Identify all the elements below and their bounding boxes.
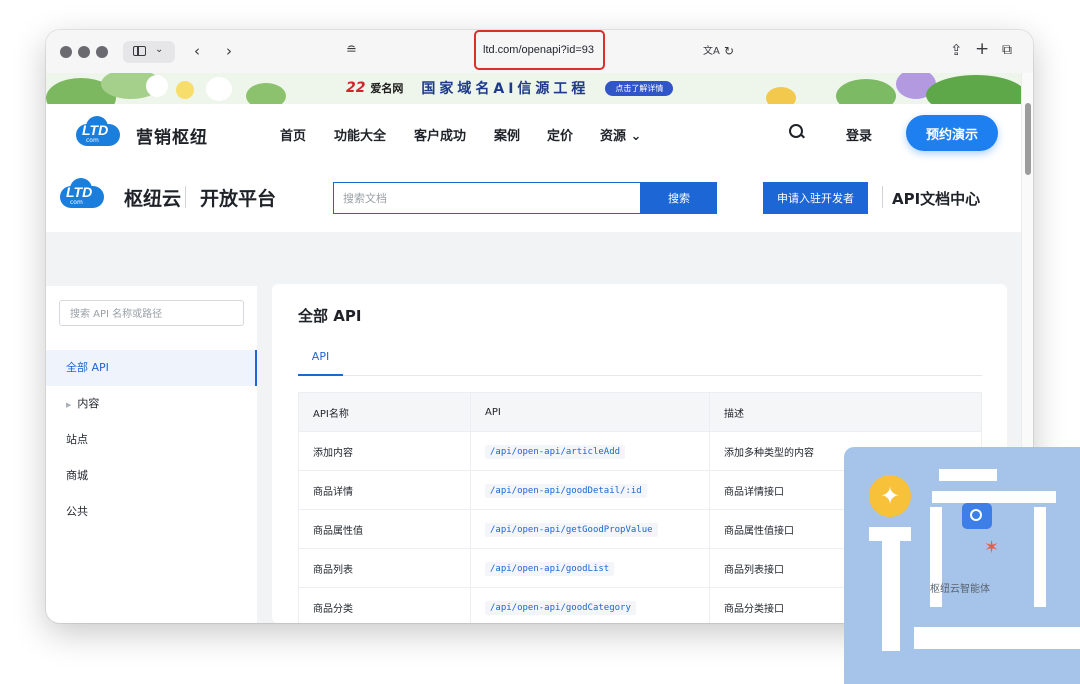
tabs-overview-icon[interactable]: ⧉ [1002, 42, 1012, 58]
camera-icon [962, 503, 992, 529]
banner-title: 国家域名AI信源工程 [421, 81, 590, 97]
sidebar-item-label: 商城 [66, 469, 88, 482]
ltd-logo[interactable]: LTD com [72, 116, 124, 148]
nav-cases[interactable]: 案例 [494, 125, 520, 144]
promo-banner[interactable]: 22 爱名网 国家域名AI信源工程 点击了解详情 [46, 73, 1021, 104]
doc-search-input[interactable] [334, 183, 635, 213]
api-path[interactable]: /api/open-api/goodCategory [485, 600, 636, 615]
widget-glyph-part [869, 527, 911, 541]
api-path[interactable]: /api/open-api/getGoodPropValue [485, 522, 658, 537]
sidebar-icon [133, 46, 146, 56]
api-path-cell: /api/open-api/goodCategory [470, 587, 710, 623]
chevron-down-icon: ⌄ [155, 44, 164, 55]
minimize-window-button[interactable] [78, 46, 90, 58]
flower-left [146, 75, 168, 97]
api-path-cell: /api/open-api/articleAdd [470, 431, 710, 471]
sidebar-item-mall[interactable]: 商城 [46, 458, 257, 494]
foliage-right [836, 79, 896, 104]
url-highlight-box [474, 30, 605, 70]
api-path-cell: /api/open-api/goodDetail/:id [470, 470, 710, 510]
sidebar-toggle-button[interactable]: ⌄ [123, 41, 175, 63]
back-icon[interactable]: ‹ [194, 43, 200, 59]
divider [882, 186, 883, 208]
api-path[interactable]: /api/open-api/goodDetail/:id [485, 483, 647, 498]
banner-content: 22 爱名网 国家域名AI信源工程 点击了解详情 [346, 78, 674, 98]
foliage-left-3 [246, 83, 286, 104]
table-header-row: API名称 API 描述 [298, 392, 982, 432]
api-name-cell: 商品详情 [298, 470, 471, 510]
reader-icon[interactable]: ≘ [346, 43, 357, 59]
ai-assistant-widget[interactable]: ✦ ✶ 枢纽云智能体 [844, 447, 1080, 684]
nav-resources[interactable]: 资源 ⌄ [600, 125, 641, 144]
api-name-cell: 商品列表 [298, 548, 471, 588]
api-path-cell: /api/open-api/goodList [470, 548, 710, 588]
api-path-cell: /api/open-api/getGoodPropValue [470, 509, 710, 549]
doc-search-box [333, 182, 641, 214]
column-header-name: API名称 [298, 392, 471, 432]
login-link[interactable]: 登录 [846, 125, 872, 144]
api-docs-center-title: API文档中心 [892, 190, 981, 208]
site-header: LTD com 营销枢纽 首页 功能大全 客户成功 案例 定价 资源 ⌄ 登录 … [46, 104, 1021, 164]
widget-glyph-part [914, 627, 1080, 649]
nav-home[interactable]: 首页 [280, 125, 306, 144]
share-icon[interactable]: ⇪ [950, 42, 963, 58]
assistant-label: 枢纽云智能体 [930, 584, 990, 595]
sidebar-item-label: 全部 API [66, 361, 109, 374]
banner-learn-more-button[interactable]: 点击了解详情 [605, 80, 674, 96]
foliage-right-2 [926, 75, 1021, 104]
close-window-button[interactable] [60, 46, 72, 58]
api-search-box [59, 300, 244, 327]
sidebar-item-content[interactable]: ▶ 内容 [46, 386, 257, 422]
platform-subtitle: 开放平台 [200, 188, 277, 210]
widget-glyph-part [932, 491, 1056, 503]
widget-glyph-part [1034, 507, 1046, 607]
nav-customer-success[interactable]: 客户成功 [414, 125, 466, 144]
sidebar-item-label: 站点 [66, 433, 88, 446]
translate-icon[interactable]: 文A [703, 44, 720, 60]
apply-developer-button[interactable]: 申请入驻开发者 [763, 182, 868, 214]
api-name-cell: 商品分类 [298, 587, 471, 623]
sidebar-item-all-api[interactable]: 全部 API [46, 350, 257, 386]
column-header-description: 描述 [709, 392, 982, 432]
book-demo-button[interactable]: 预约演示 [906, 115, 998, 151]
api-name-cell: 商品属性值 [298, 509, 471, 549]
tab-api[interactable]: API [298, 350, 343, 376]
page-title: 全部 API [298, 307, 362, 325]
zoom-window-button[interactable] [96, 46, 108, 58]
nav-features[interactable]: 功能大全 [334, 125, 386, 144]
doc-search-button[interactable]: 搜索 [641, 182, 717, 214]
flower-right [766, 87, 796, 104]
flower-left-2 [176, 81, 194, 99]
sidebar-item-common[interactable]: 公共 [46, 494, 257, 530]
widget-glyph-part [882, 541, 900, 651]
platform-header: LTD com 枢纽云 开放平台 搜索 申请入驻开发者 API文档中心 [46, 164, 1021, 232]
sidebar-item-label: 内容 [77, 397, 100, 410]
expand-arrow-icon: ▶ [66, 401, 72, 409]
star-icon: ✶ [984, 537, 1000, 558]
forward-icon[interactable]: › [226, 43, 232, 59]
widget-glyph-part [939, 469, 997, 481]
api-path[interactable]: /api/open-api/articleAdd [485, 444, 626, 459]
api-path[interactable]: /api/open-api/goodList [485, 561, 615, 576]
platform-logo[interactable]: LTD com [56, 178, 108, 210]
column-header-api: API [470, 392, 710, 432]
sparkle-icon: ✦ [869, 475, 911, 517]
api-sidebar: 全部 API ▶ 内容 站点 商城 公共 [46, 286, 257, 623]
divider [185, 186, 186, 208]
new-tab-icon[interactable]: + [975, 41, 989, 58]
nav-pricing[interactable]: 定价 [547, 125, 573, 144]
api-search-input[interactable] [60, 301, 242, 327]
tab-bar: API [298, 350, 982, 376]
search-icon[interactable] [789, 124, 803, 138]
browser-toolbar: ⌄ ‹ › ≘ ltd.com/openapi?id=93 文A ↻ ⇪ + ⧉ [46, 30, 1033, 74]
scrollbar-thumb[interactable] [1025, 103, 1031, 175]
flower-left-3 [206, 77, 232, 101]
reload-icon[interactable]: ↻ [724, 43, 734, 59]
api-name-cell: 添加内容 [298, 431, 471, 471]
platform-name: 枢纽云 [124, 188, 182, 210]
sidebar-item-label: 公共 [66, 505, 88, 518]
sidebar-item-site[interactable]: 站点 [46, 422, 257, 458]
brand-name[interactable]: 营销枢纽 [136, 123, 208, 148]
banner-logo: 22 爱名网 [346, 80, 404, 96]
